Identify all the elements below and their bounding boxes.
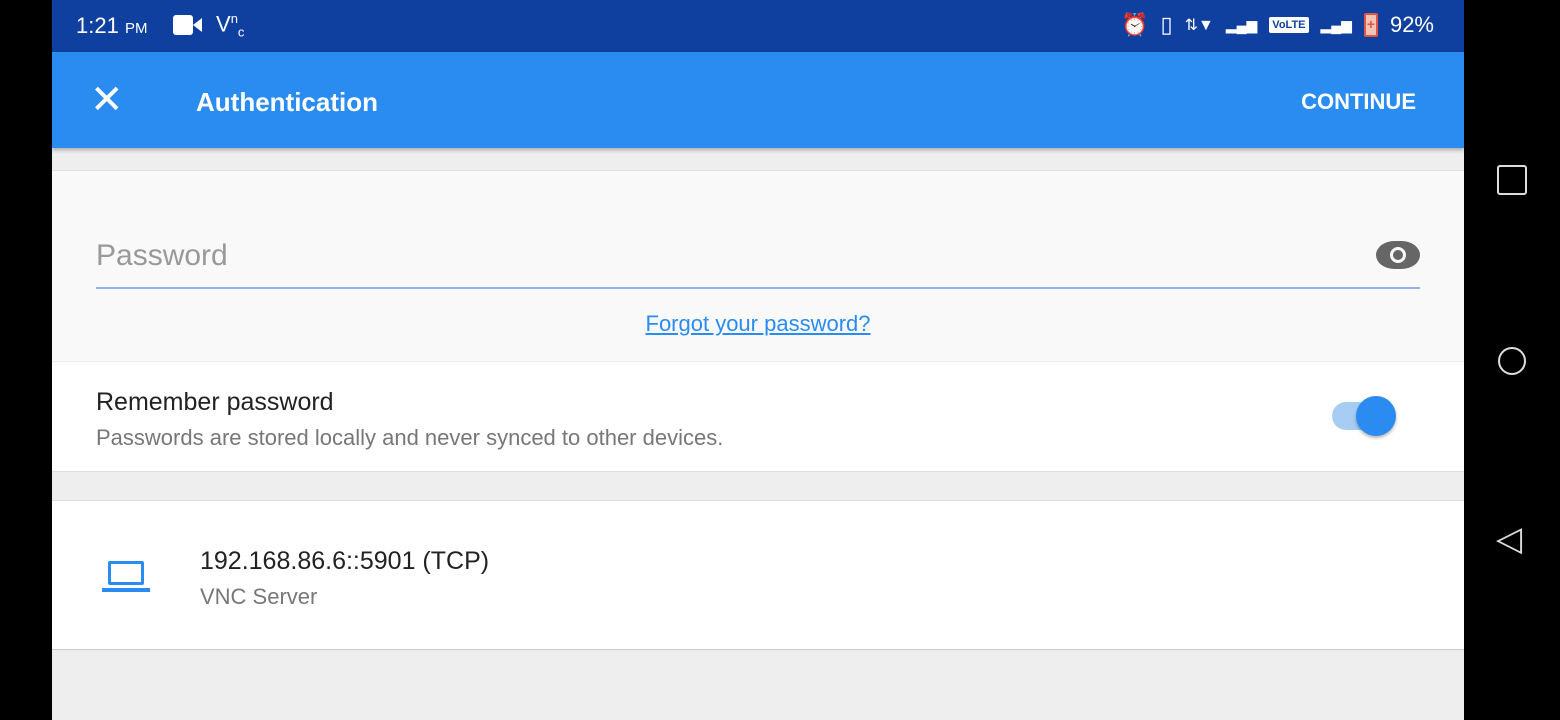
server-type: VNC Server	[200, 584, 318, 609]
password-input[interactable]: Password	[96, 231, 1420, 289]
show-password-eye-icon[interactable]	[1376, 241, 1420, 269]
password-placeholder: Password	[96, 239, 228, 272]
server-address: 192.168.86.6::5901 (TCP)	[200, 547, 490, 575]
app-bar: ✕ Authentication CONTINUE	[52, 52, 1464, 148]
forgot-password-link[interactable]: Forgot your password?	[52, 311, 1464, 337]
vnc-icon: Vnc	[216, 11, 245, 40]
screen: 1:21 PM Vnc ⏰ ▯ ⇅▼ ▂▄▆ VoLTE ▂▄▆ + 92% ✕…	[52, 0, 1464, 720]
back-button[interactable]: ◁	[1496, 522, 1522, 556]
status-icons: ⏰ ▯ ⇅▼ ▂▄▆ VoLTE ▂▄▆ + 92%	[1121, 12, 1434, 38]
continue-button[interactable]: CONTINUE	[1301, 89, 1416, 115]
remember-password-row[interactable]: Remember password Passwords are stored l…	[52, 362, 1464, 472]
navigation-bar: ◁	[1464, 0, 1560, 720]
remember-subtitle: Passwords are stored locally and never s…	[96, 425, 724, 450]
toggle-knob	[1356, 396, 1396, 436]
vibrate-icon: ▯	[1160, 12, 1173, 37]
wifi-icon: ⇅▼	[1184, 17, 1214, 34]
remember-title: Remember password	[96, 388, 334, 416]
close-icon[interactable]: ✕	[90, 80, 124, 120]
home-button[interactable]	[1498, 347, 1526, 375]
laptop-icon	[102, 561, 150, 592]
volte-badge: VoLTE	[1269, 17, 1309, 33]
server-card: 192.168.86.6::5901 (TCP) VNC Server	[52, 500, 1464, 650]
recents-button[interactable]	[1497, 165, 1527, 195]
page-title: Authentication	[196, 87, 378, 117]
clock: 1:21 PM	[76, 13, 147, 39]
status-bar: 1:21 PM Vnc ⏰ ▯ ⇅▼ ▂▄▆ VoLTE ▂▄▆ + 92%	[52, 0, 1464, 52]
battery-percent: 92%	[1389, 12, 1434, 37]
time: 1:21	[76, 13, 119, 38]
battery-icon: +	[1363, 13, 1378, 37]
signal-icon-2: ▂▄▆	[1320, 16, 1352, 33]
signal-icon: ▂▄▆	[1225, 16, 1258, 33]
ampm: PM	[124, 20, 148, 37]
video-camera-icon	[173, 15, 202, 35]
remember-password-toggle[interactable]	[1332, 396, 1396, 436]
alarm-icon: ⏰	[1121, 12, 1149, 37]
password-section: Password Forgot your password?	[52, 170, 1464, 361]
